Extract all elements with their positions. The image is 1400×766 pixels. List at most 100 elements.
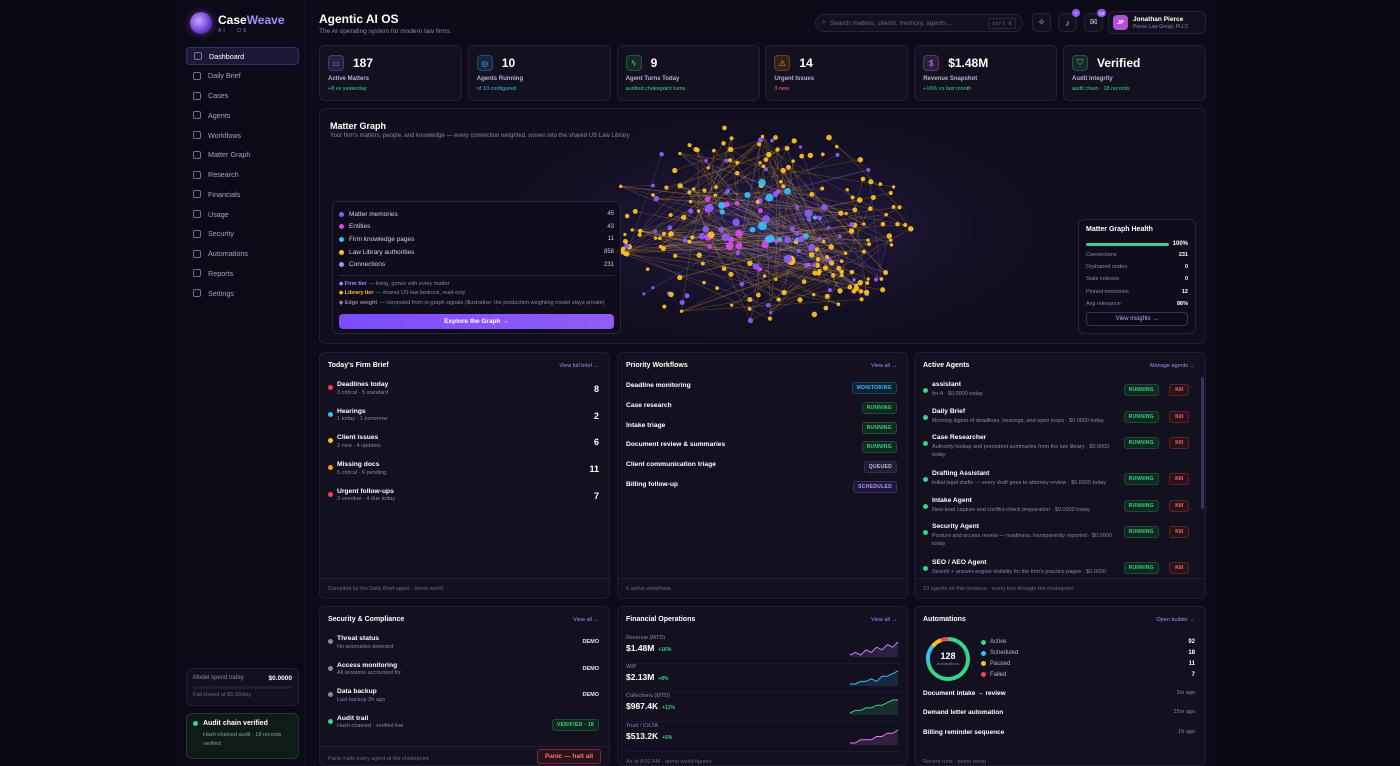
graph-node[interactable] xyxy=(713,193,718,197)
graph-node[interactable] xyxy=(791,159,795,163)
graph-node[interactable] xyxy=(734,200,740,206)
graph-node[interactable] xyxy=(637,228,643,234)
graph-node[interactable] xyxy=(773,135,778,140)
graph-node[interactable] xyxy=(711,148,716,153)
sidebar-item-financials[interactable]: Financials xyxy=(186,185,299,203)
graph-node[interactable] xyxy=(651,183,655,188)
graph-node[interactable] xyxy=(688,208,694,214)
graph-node[interactable] xyxy=(866,238,870,242)
graph-node[interactable] xyxy=(758,137,764,143)
graph-node[interactable] xyxy=(747,297,753,303)
graph-node[interactable] xyxy=(903,223,908,227)
kpi-card[interactable]: ϟ 9 Agent Turns Today audited chokepoint tu… xyxy=(616,45,760,101)
graph-node[interactable] xyxy=(719,209,725,215)
graph-node[interactable] xyxy=(637,232,642,237)
graph-node[interactable] xyxy=(837,288,843,294)
legend-item[interactable]: Law Library authorities 858 xyxy=(339,246,614,259)
graph-node[interactable] xyxy=(705,203,714,213)
graph-node[interactable] xyxy=(849,221,855,228)
brief-item[interactable]: Missing docs 5 critical · 6 pending 11 xyxy=(328,461,601,476)
graph-node[interactable] xyxy=(857,279,864,286)
sidebar-item-security[interactable]: Security xyxy=(186,225,299,243)
finance-item[interactable]: WIP $2.13M +8% xyxy=(626,664,899,694)
graph-node[interactable] xyxy=(718,226,725,233)
agent-item[interactable]: Security Agent Posture and access review … xyxy=(923,523,1195,549)
workflow-item[interactable]: Document review & summaries RUNNING xyxy=(626,441,899,455)
graph-node[interactable] xyxy=(849,269,855,275)
notifications-button[interactable]: ♪ 7 xyxy=(1058,9,1080,32)
graph-node[interactable] xyxy=(734,170,740,176)
graph-node[interactable] xyxy=(653,236,658,240)
graph-node[interactable] xyxy=(677,183,683,189)
graph-node[interactable] xyxy=(684,293,690,299)
finance-item[interactable]: Revenue (MTD) $1.48M +16% xyxy=(626,635,899,664)
sidebar-item-automations[interactable]: Automations xyxy=(186,245,299,263)
graph-node[interactable] xyxy=(776,297,781,302)
workflow-item[interactable]: Intake triage RUNNING xyxy=(626,421,899,436)
graph-node[interactable] xyxy=(761,164,766,169)
graph-node[interactable] xyxy=(642,292,646,296)
kpi-card[interactable]: ◎ 10 Agents Running of 10 configured xyxy=(467,45,611,101)
graph-node[interactable] xyxy=(891,185,896,189)
graph-node[interactable] xyxy=(715,286,720,290)
graph-node[interactable] xyxy=(668,212,673,218)
graph-node[interactable] xyxy=(868,206,873,212)
kill-agent-button[interactable]: Kill xyxy=(1169,384,1189,396)
graph-node[interactable] xyxy=(761,241,769,249)
graph-node[interactable] xyxy=(774,277,778,281)
graph-node[interactable] xyxy=(812,270,818,276)
graph-node[interactable] xyxy=(744,191,751,198)
graph-node[interactable] xyxy=(698,233,706,240)
graph-node[interactable] xyxy=(727,146,734,153)
graph-node[interactable] xyxy=(721,233,730,242)
graph-node[interactable] xyxy=(668,291,674,298)
graph-node[interactable] xyxy=(827,288,833,293)
graph-node[interactable] xyxy=(768,311,773,315)
graph-node[interactable] xyxy=(726,188,730,193)
graph-node[interactable] xyxy=(908,226,914,232)
kill-agent-button[interactable]: Kill xyxy=(1169,562,1189,574)
graph-node[interactable] xyxy=(721,141,726,146)
graph-node[interactable] xyxy=(706,166,710,170)
graph-node[interactable] xyxy=(735,242,743,250)
graph-node[interactable] xyxy=(630,228,634,232)
graph-node[interactable] xyxy=(784,145,790,151)
graph-node[interactable] xyxy=(860,176,866,182)
graph-node[interactable] xyxy=(667,225,673,231)
graph-node[interactable] xyxy=(831,273,836,278)
graph-node[interactable] xyxy=(781,184,786,189)
graph-node[interactable] xyxy=(755,199,760,204)
workflow-item[interactable]: Billing follow-up SCHEDULED xyxy=(626,481,899,495)
graph-node[interactable] xyxy=(677,274,683,281)
graph-node[interactable] xyxy=(808,252,815,258)
graph-node[interactable] xyxy=(812,293,816,297)
kill-agent-button[interactable]: Kill xyxy=(1169,526,1189,538)
graph-node[interactable] xyxy=(645,267,650,272)
graph-node[interactable] xyxy=(682,238,688,243)
graph-node[interactable] xyxy=(727,158,733,163)
graph-node[interactable] xyxy=(735,250,741,256)
graph-node[interactable] xyxy=(747,317,754,324)
graph-node[interactable] xyxy=(672,167,678,174)
graph-node[interactable] xyxy=(725,242,734,250)
graph-node[interactable] xyxy=(867,242,872,247)
graph-node[interactable] xyxy=(861,249,866,254)
graph-node[interactable] xyxy=(895,222,900,227)
brand-logo[interactable]: CaseWeave AI · OS xyxy=(190,12,285,34)
sidebar-item-workflows[interactable]: Workflows xyxy=(186,126,299,144)
graph-node[interactable] xyxy=(730,303,734,307)
graph-node[interactable] xyxy=(660,246,666,252)
graph-node[interactable] xyxy=(843,251,848,256)
graph-node[interactable] xyxy=(668,232,673,237)
graph-node[interactable] xyxy=(728,271,734,277)
graph-node[interactable] xyxy=(659,151,664,157)
graph-node[interactable] xyxy=(798,235,805,243)
graph-node[interactable] xyxy=(758,161,762,165)
graph-node[interactable] xyxy=(794,231,800,237)
graph-node[interactable] xyxy=(747,306,752,311)
graph-node[interactable] xyxy=(784,236,792,244)
graph-node[interactable] xyxy=(664,185,669,190)
view-insights-button[interactable]: View insights → xyxy=(1086,311,1188,326)
graph-node[interactable] xyxy=(884,212,888,217)
graph-node[interactable] xyxy=(862,222,866,226)
